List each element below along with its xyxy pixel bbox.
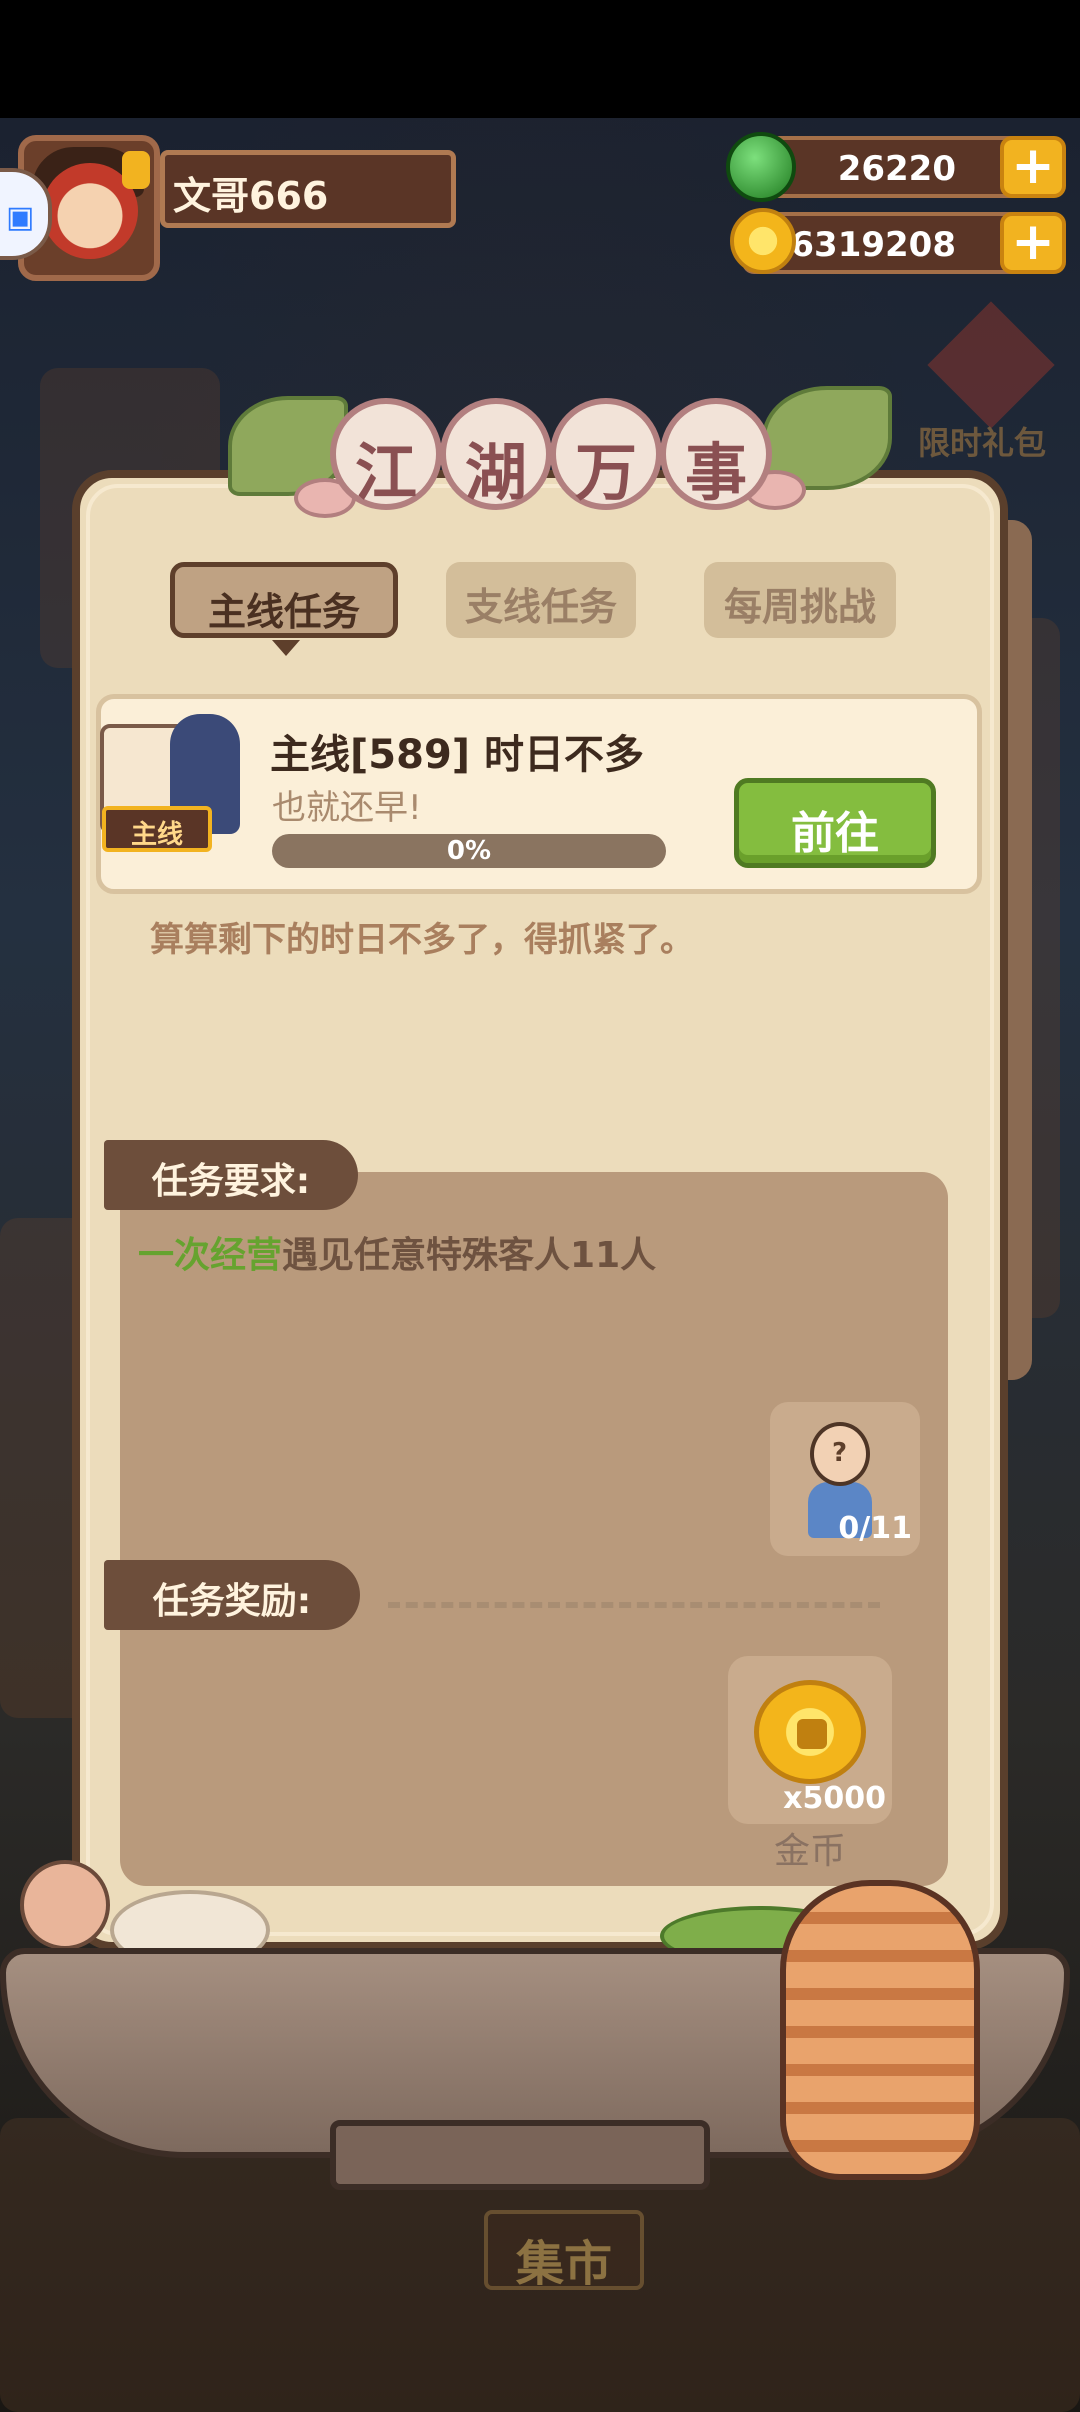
- title-char-ball: 事: [660, 398, 772, 510]
- reward-label: 任务奖励:: [152, 1581, 312, 1622]
- add-coins-button[interactable]: +: [1000, 212, 1066, 274]
- gift-box-icon: [927, 301, 1055, 429]
- title-char-ball: 江: [330, 398, 442, 510]
- tab-side-quest[interactable]: 支线任务: [446, 562, 636, 638]
- tab-label: 主线任务: [207, 590, 360, 634]
- tab-weekly-challenge[interactable]: 每周挑战: [704, 562, 896, 638]
- reward-label-tag: 任务奖励:: [104, 1560, 360, 1630]
- plus-icon: +: [1011, 136, 1055, 196]
- add-jade-button[interactable]: +: [1000, 136, 1066, 198]
- jade-orb-icon: [726, 132, 796, 202]
- reward-quantity: x5000: [783, 1781, 886, 1816]
- limited-gift-button[interactable]: 限时礼包: [898, 300, 1078, 470]
- customer-count: 0/11: [838, 1511, 912, 1546]
- go-button[interactable]: 前往: [734, 778, 936, 868]
- main-quest-tag: 主线: [102, 806, 212, 852]
- go-button-label: 前往: [791, 808, 879, 859]
- market-sign-label: 集市: [515, 2236, 612, 2292]
- tab-label: 每周挑战: [723, 585, 876, 629]
- market-sign[interactable]: 集市: [484, 2210, 644, 2292]
- question-mark-icon: ?: [832, 1438, 848, 1468]
- reward-divider: [388, 1602, 880, 1608]
- task-title: 主线[589] 时日不多: [270, 732, 644, 778]
- tabby-cat-icon: [780, 1880, 980, 2180]
- player-name: 文哥666: [173, 174, 329, 218]
- requirement-highlight: 一次经营: [138, 1235, 283, 1276]
- tab-label: 支线任务: [464, 585, 617, 629]
- task-progress-bar: 0%: [272, 834, 666, 868]
- task-subtitle: 也就还早!: [272, 788, 422, 828]
- special-customer-counter: ? 0/11: [770, 1402, 920, 1556]
- avatar-badge-icon: [122, 151, 150, 189]
- requirement-body: 遇见任意特殊客人11人: [282, 1235, 657, 1276]
- jade-value: 26220: [837, 149, 956, 189]
- reward-name: 金币: [773, 1831, 846, 1872]
- requirement-label-tag: 任务要求:: [104, 1140, 358, 1210]
- meatball-icon: [20, 1860, 110, 1950]
- quest-giver-portrait: 主线: [100, 714, 250, 864]
- requirement-text: 一次经营遇见任意特殊客人11人: [138, 1226, 656, 1278]
- coin-icon: [730, 208, 796, 274]
- requirement-label: 任务要求:: [151, 1161, 311, 1202]
- reward-item[interactable]: x5000: [728, 1656, 892, 1824]
- plus-icon: +: [1011, 212, 1055, 272]
- title-char-ball: 万: [550, 398, 662, 510]
- gold-coin-icon: [754, 1680, 866, 1784]
- progress-label: 0%: [446, 836, 492, 866]
- task-description: 算算剩下的时日不多了，得抓紧了。: [150, 920, 694, 960]
- tab-main-quest[interactable]: 主线任务: [170, 562, 398, 638]
- active-tab-pointer: [272, 640, 300, 656]
- bowl-base: [330, 2120, 710, 2190]
- title-char-ball: 湖: [440, 398, 552, 510]
- panel-title: 江 湖 万 事: [330, 398, 772, 518]
- player-name-plate: 文哥666: [160, 150, 456, 228]
- gift-label: 限时礼包: [918, 424, 1047, 462]
- app-shortcut-icon: ▣: [6, 200, 35, 235]
